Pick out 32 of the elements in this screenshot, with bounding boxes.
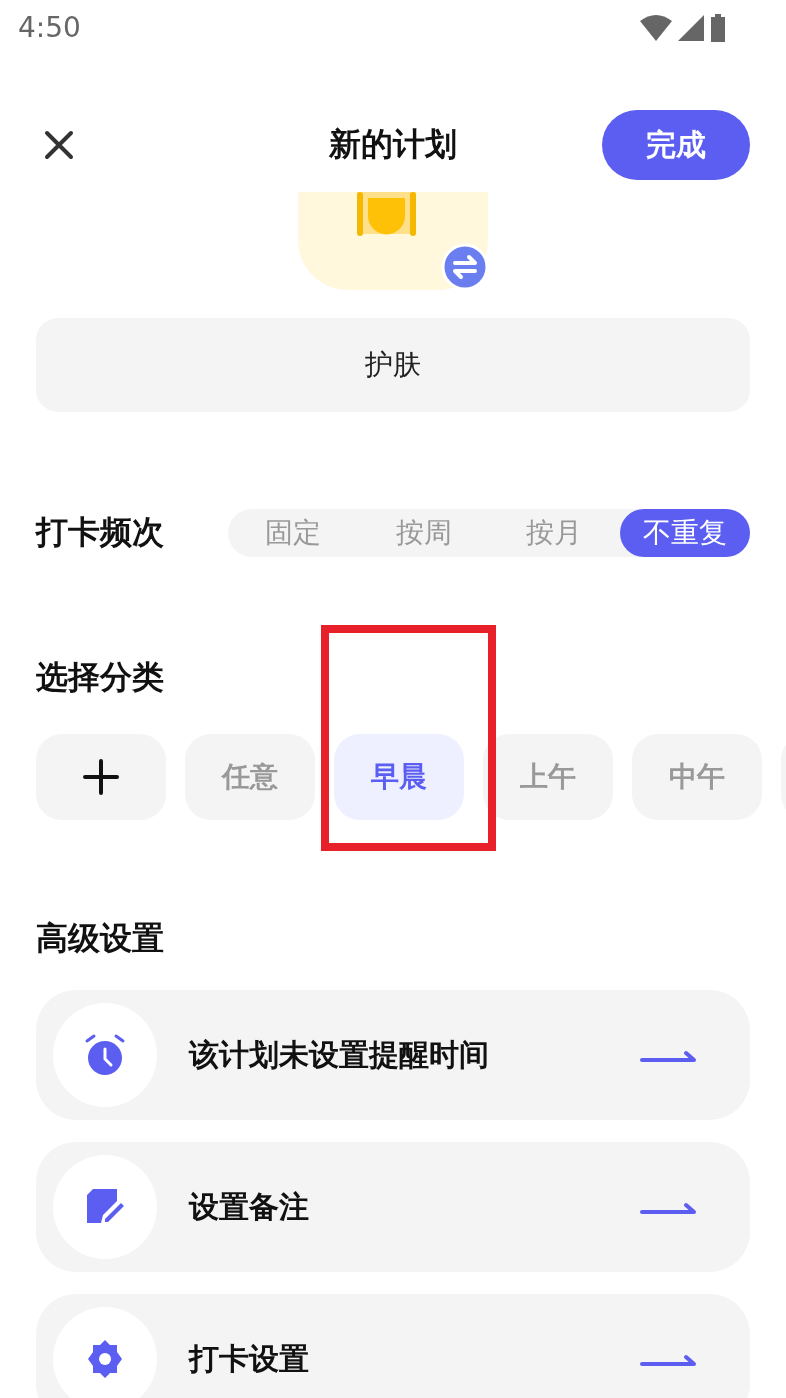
settings-row[interactable]: 设置备注 xyxy=(36,1142,750,1272)
done-button[interactable]: 完成 xyxy=(602,110,750,180)
frequency-option[interactable]: 按周 xyxy=(358,509,489,557)
settings-label: 打卡设置 xyxy=(189,1339,310,1378)
status-time: 4:50 xyxy=(18,11,81,44)
settings-label: 该计划未设置提醒时间 xyxy=(189,1035,490,1074)
swap-icon[interactable] xyxy=(441,243,489,291)
frequency-label: 打卡频次 xyxy=(36,512,164,553)
frequency-option[interactable]: 不重复 xyxy=(619,509,750,557)
page-title: 新的计划 xyxy=(329,125,457,163)
category-chip[interactable]: 中午 xyxy=(632,734,762,820)
signal-icon xyxy=(678,14,704,41)
frequency-option[interactable]: 按月 xyxy=(489,509,620,557)
bottle-icon xyxy=(357,192,416,236)
section-title: 高级设置 xyxy=(36,918,164,958)
gear-icon xyxy=(85,1339,125,1379)
settings-row[interactable]: 打卡设置 xyxy=(36,1294,750,1398)
plan-icon-background[interactable] xyxy=(298,192,488,290)
section-title: 选择分类 xyxy=(36,657,164,697)
alarm-clock-icon xyxy=(83,1033,127,1077)
category-chip[interactable]: 早晨 xyxy=(334,734,464,820)
settings-row[interactable]: 该计划未设置提醒时间 xyxy=(36,990,750,1120)
add-category-button[interactable] xyxy=(36,734,166,820)
wifi-icon xyxy=(640,14,672,41)
battery-icon xyxy=(710,13,726,42)
plus-icon xyxy=(83,759,119,795)
frequency-option[interactable]: 固定 xyxy=(228,509,359,557)
close-icon[interactable] xyxy=(44,130,74,160)
category-chip[interactable]: 任意 xyxy=(185,734,315,820)
category-chip[interactable]: 上午 xyxy=(483,734,613,820)
settings-label: 设置备注 xyxy=(189,1187,310,1226)
plan-name-field[interactable]: 护肤 xyxy=(36,318,750,412)
